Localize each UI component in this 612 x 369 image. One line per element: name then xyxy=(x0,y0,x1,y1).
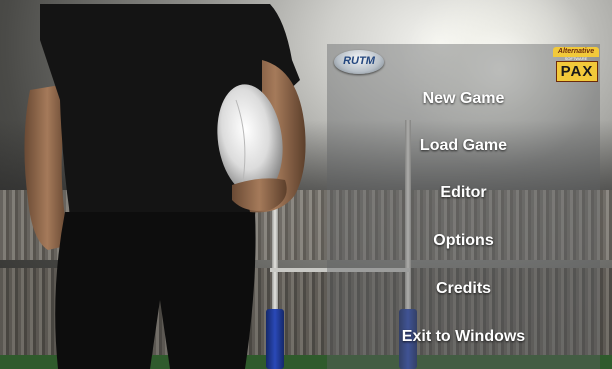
publisher-logo-mark: PAX xyxy=(556,61,598,82)
load-game-button[interactable]: Load Game xyxy=(327,137,600,155)
options-button[interactable]: Options xyxy=(327,232,600,250)
exit-to-windows-button[interactable]: Exit to Windows xyxy=(327,328,600,346)
game-logo: RUTM xyxy=(334,50,384,74)
credits-button[interactable]: Credits xyxy=(327,280,600,298)
new-game-button[interactable]: New Game xyxy=(327,90,600,108)
game-logo-text: RUTM xyxy=(343,55,375,67)
publisher-logo: Alternative SOFTWARE PAX xyxy=(553,47,599,82)
editor-button[interactable]: Editor xyxy=(327,184,600,202)
